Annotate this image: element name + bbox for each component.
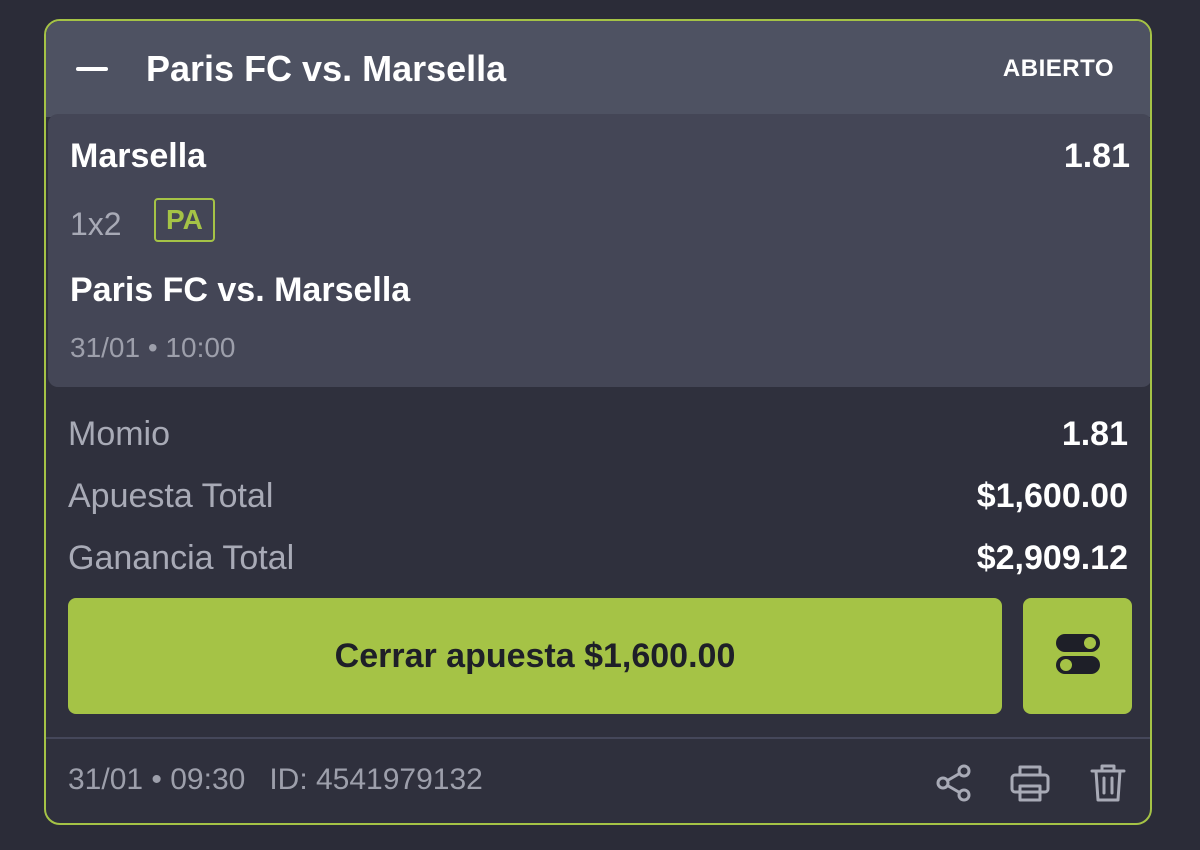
summary-label: Ganancia Total: [68, 539, 295, 577]
market-type: 1x2: [70, 206, 122, 242]
selection-odds: 1.81: [1063, 137, 1130, 175]
summary-value: $1,600.00: [976, 477, 1128, 515]
selection-name: Marsella: [70, 137, 207, 175]
status-badge: ABIERTO: [1002, 55, 1114, 82]
toggle-settings-icon: [1054, 632, 1102, 681]
footer-meta: 31/01 • 09:30 ID: 4541979132: [68, 759, 483, 801]
summary-row-odds: Momio 1.81: [68, 410, 1128, 458]
share-icon[interactable]: [932, 761, 976, 805]
event-datetime: 31/01 • 10:00: [70, 332, 236, 363]
placed-datetime: 31/01 • 09:30: [68, 763, 246, 796]
print-icon[interactable]: [1008, 761, 1052, 805]
summary-row-stake: Apuesta Total $1,600.00: [68, 472, 1128, 520]
footer-divider: [46, 737, 1150, 739]
summary-value: $2,909.12: [976, 539, 1128, 577]
bet-id: ID: 4541979132: [269, 763, 483, 796]
summary-label: Apuesta Total: [68, 477, 274, 515]
bet-card-title: Paris FC vs. Marsella: [146, 48, 507, 89]
trash-icon[interactable]: [1086, 761, 1130, 805]
bet-card-header[interactable]: Paris FC vs. Marsella ABIERTO: [46, 21, 1150, 117]
toggle-settings-button[interactable]: [1023, 598, 1132, 714]
summary-label: Momio: [68, 415, 171, 453]
summary-value: 1.81: [1061, 415, 1128, 453]
selection-panel: Marsella 1.81 1x2 PA Paris FC vs. Marsel…: [48, 114, 1150, 387]
event-name: Paris FC vs. Marsella: [70, 271, 411, 309]
summary-row-payout: Ganancia Total $2,909.12: [68, 534, 1128, 582]
cashout-button[interactable]: Cerrar apuesta $1,600.00: [68, 598, 1002, 714]
collapse-icon[interactable]: [76, 51, 108, 87]
pa-badge: PA: [154, 198, 215, 242]
bet-card: Paris FC vs. Marsella ABIERTO Marsella 1…: [44, 19, 1152, 825]
